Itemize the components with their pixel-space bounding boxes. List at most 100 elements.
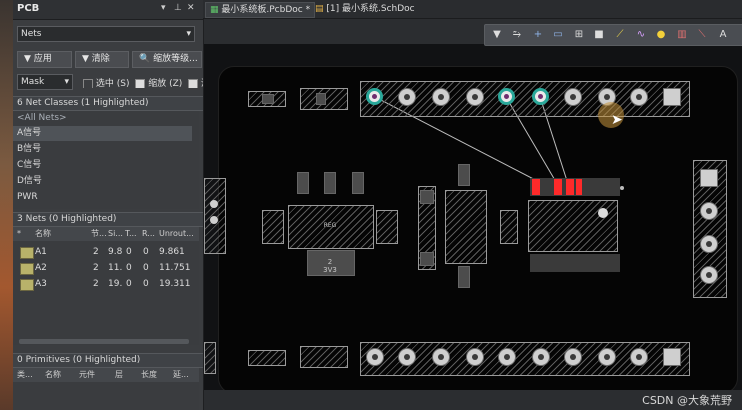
smd-pad[interactable] xyxy=(420,252,434,266)
table-row[interactable]: A3 2 19. 0 0 19.311 xyxy=(13,277,199,293)
square-pad[interactable] xyxy=(663,88,681,106)
mask-select[interactable]: Mask ▾ xyxy=(17,74,73,90)
mode-select[interactable]: Nets ▾ xyxy=(17,26,195,42)
mcu-pin-highlighted[interactable] xyxy=(566,179,574,195)
col-layer[interactable]: 层 xyxy=(115,368,123,382)
zoom-checkbox[interactable] xyxy=(135,78,146,88)
highlight-icon[interactable]: ● xyxy=(653,27,669,43)
col-component[interactable]: 元件 xyxy=(79,368,95,382)
sch-doc-icon: ▤ xyxy=(315,4,324,14)
pad[interactable] xyxy=(598,348,616,366)
net-nodes: 2 xyxy=(93,279,99,289)
col-delay[interactable]: 延... xyxy=(173,368,189,382)
pad[interactable] xyxy=(532,348,550,366)
col-r[interactable]: R... xyxy=(142,227,155,241)
resistor-footprint[interactable] xyxy=(248,350,286,366)
pad[interactable] xyxy=(432,88,450,106)
mcu-pin-highlighted[interactable] xyxy=(576,179,582,195)
capacitor-footprint[interactable] xyxy=(376,210,398,244)
pad[interactable] xyxy=(466,348,484,366)
pad[interactable] xyxy=(398,88,416,106)
pad[interactable] xyxy=(466,88,484,106)
pad[interactable] xyxy=(630,88,648,106)
crystal-pad[interactable] xyxy=(458,266,470,288)
plus-icon[interactable]: + xyxy=(530,27,546,43)
left-edge-part[interactable] xyxy=(204,342,216,374)
pad[interactable] xyxy=(210,200,218,208)
pad[interactable] xyxy=(564,88,582,106)
square-pad[interactable] xyxy=(663,348,681,366)
mcu-pin-highlighted[interactable] xyxy=(554,179,562,195)
pad[interactable] xyxy=(432,348,450,366)
keepout-icon[interactable]: ▥ xyxy=(674,27,690,43)
pin-icon[interactable]: ⊥ xyxy=(174,3,182,13)
pad[interactable] xyxy=(210,216,218,224)
select-rect-icon[interactable]: ▭ xyxy=(550,27,566,43)
pad[interactable] xyxy=(498,348,516,366)
crystal-footprint[interactable] xyxy=(445,190,487,264)
net-class-item[interactable]: C信号 xyxy=(17,158,41,173)
col-prim-name[interactable]: 名称 xyxy=(45,368,61,382)
net-class-item[interactable]: B信号 xyxy=(17,142,41,157)
square-pad[interactable] xyxy=(700,169,718,187)
col-si[interactable]: Si... xyxy=(108,227,123,241)
mouse-cursor-icon: ➤ xyxy=(611,112,623,128)
line-icon[interactable]: ⟍ xyxy=(694,27,710,43)
pad[interactable] xyxy=(398,348,416,366)
pad[interactable] xyxy=(700,202,718,220)
clear-checkbox[interactable] xyxy=(188,78,199,88)
net-class-item[interactable]: <All Nets> xyxy=(17,111,67,126)
mcu-top-pins[interactable] xyxy=(530,178,620,196)
component-icon[interactable]: ■ xyxy=(591,27,607,43)
pad[interactable] xyxy=(630,348,648,366)
net-class-item[interactable]: D信号 xyxy=(17,174,42,189)
align-icon[interactable]: ⊞ xyxy=(571,27,587,43)
clear-button[interactable]: ▼ 清除 xyxy=(75,51,129,68)
tab-pcbdoc[interactable]: ▦ 最小系统板.PcbDoc * xyxy=(205,2,316,18)
crystal-pad[interactable] xyxy=(458,164,470,186)
tab-schdoc[interactable]: ▤ [1] 最小系统.SchDoc xyxy=(311,2,419,16)
measure-icon[interactable]: ⟋ xyxy=(612,27,628,43)
col-name[interactable]: 名称 xyxy=(35,227,51,241)
col-nodes[interactable]: 节... xyxy=(91,227,107,241)
filter-icon[interactable]: ▼ xyxy=(489,27,505,43)
col-length[interactable]: 长度 xyxy=(141,368,157,382)
pad[interactable] xyxy=(564,348,582,366)
pad-highlighted[interactable] xyxy=(532,88,549,105)
table-row[interactable]: A2 2 11. 0 0 11.751 xyxy=(13,261,199,277)
regulator-pin[interactable] xyxy=(297,172,309,194)
select-checkbox[interactable] xyxy=(83,78,93,88)
table-row[interactable]: A1 2 9.8 0 0 9.861 xyxy=(13,245,199,261)
arc-icon[interactable]: ∿ xyxy=(633,27,649,43)
mcu-pin-highlighted[interactable] xyxy=(532,179,540,195)
col-t[interactable]: T... xyxy=(125,227,137,241)
capacitor-footprint[interactable] xyxy=(262,210,284,244)
mcu-bottom-pins[interactable] xyxy=(530,254,620,272)
col-type[interactable]: 类... xyxy=(17,368,33,382)
smd-pad[interactable] xyxy=(262,94,274,104)
route-icon[interactable]: ⥲ xyxy=(509,27,525,43)
horizontal-scrollbar[interactable] xyxy=(19,339,189,344)
pad[interactable] xyxy=(700,235,718,253)
via[interactable] xyxy=(620,186,624,190)
regulator-pin[interactable] xyxy=(324,172,336,194)
pad-highlighted[interactable] xyxy=(366,88,383,105)
text-icon[interactable]: A xyxy=(715,27,731,43)
led-footprint[interactable] xyxy=(300,346,348,368)
pad-highlighted[interactable] xyxy=(498,88,515,105)
net-class-item-selected[interactable]: A信号 xyxy=(13,126,192,141)
pad[interactable] xyxy=(700,266,718,284)
zoom-level-button[interactable]: 🔍 缩放等级... xyxy=(132,51,202,68)
chevron-down-icon: ▾ xyxy=(64,77,69,87)
col-unrouted[interactable]: Unrout... xyxy=(159,227,194,241)
dropdown-icon[interactable]: ▾ xyxy=(161,3,166,13)
apply-button[interactable]: ▼ 应用 xyxy=(17,51,72,68)
close-icon[interactable]: ✕ xyxy=(187,3,195,13)
smd-pad[interactable] xyxy=(420,190,434,204)
pad[interactable] xyxy=(366,348,384,366)
col-star[interactable]: * xyxy=(17,227,21,241)
regulator-pin[interactable] xyxy=(352,172,364,194)
smd-pad[interactable] xyxy=(316,93,326,105)
net-class-item[interactable]: PWR xyxy=(17,190,38,205)
capacitor-footprint[interactable] xyxy=(500,210,518,244)
